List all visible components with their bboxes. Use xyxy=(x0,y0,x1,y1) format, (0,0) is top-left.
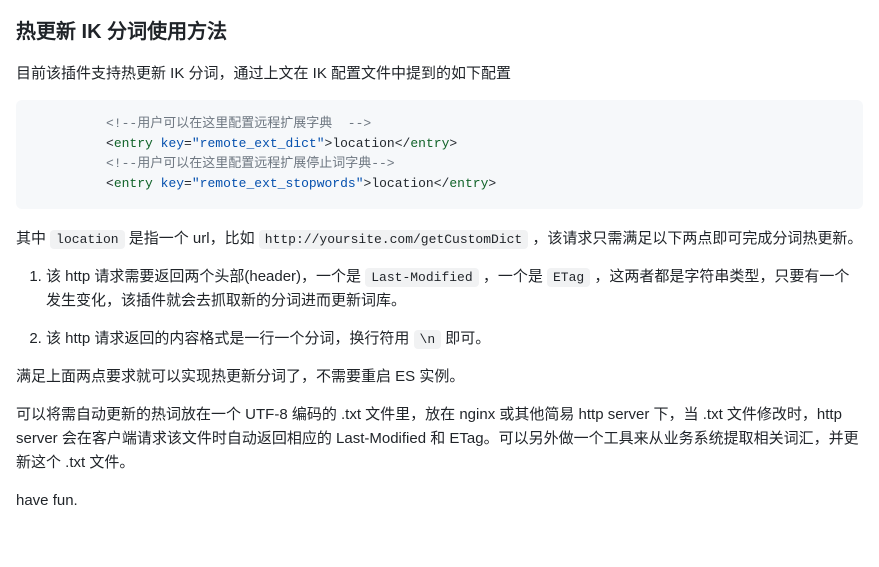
code-punc: </ xyxy=(434,176,450,191)
last-modified-code: Last-Modified xyxy=(365,268,478,287)
code-attr: key xyxy=(161,176,184,191)
code-text: location xyxy=(332,136,394,151)
code-punc: = xyxy=(184,136,192,151)
summary-paragraph: 满足上面两点要求就可以实现热更新分词了，不需要重启 ES 实例。 xyxy=(16,365,863,389)
code-quote: " xyxy=(356,176,364,191)
url-code: http://yoursite.com/getCustomDict xyxy=(259,230,528,249)
code-punc: </ xyxy=(395,136,411,151)
code-quote: " xyxy=(192,176,200,191)
code-text: location xyxy=(371,176,433,191)
code-attr-val: remote_ext_dict xyxy=(200,136,317,151)
text-span: ，该请求只需满足以下两点即可完成分词热更新。 xyxy=(528,230,862,247)
location-code: location xyxy=(50,230,124,249)
code-comment: <!--用户可以在这里配置远程扩展停止词字典--> xyxy=(106,156,395,171)
intro-paragraph: 目前该插件支持热更新 IK 分词，通过上文在 IK 配置文件中提到的如下配置 xyxy=(16,62,863,86)
code-punc: < xyxy=(106,136,114,151)
code-attr-val: remote_ext_stopwords xyxy=(200,176,356,191)
code-tag: entry xyxy=(114,176,153,191)
code-attr: key xyxy=(161,136,184,151)
text-span: 是指一个 url，比如 xyxy=(125,230,259,247)
text-span: 该 http 请求需要返回两个头部(header)，一个是 xyxy=(46,268,365,285)
list-item: 该 http 请求需要返回两个头部(header)，一个是 Last-Modif… xyxy=(46,265,863,313)
code-quote: " xyxy=(192,136,200,151)
code-tag: entry xyxy=(410,136,449,151)
newline-code: \n xyxy=(414,330,442,349)
code-tag: entry xyxy=(449,176,488,191)
code-quote: " xyxy=(317,136,325,151)
instructions-paragraph: 可以将需自动更新的热词放在一个 UTF-8 编码的 .txt 文件里，放在 ng… xyxy=(16,403,863,475)
text-span: ，一个是 xyxy=(479,268,547,285)
config-code-block: <!--用户可以在这里配置远程扩展字典 --> <entry key="remo… xyxy=(16,100,863,209)
code-punc: > xyxy=(449,136,457,151)
code-punc: = xyxy=(184,176,192,191)
code-punc: > xyxy=(488,176,496,191)
code-punc: < xyxy=(106,176,114,191)
etag-code: ETag xyxy=(547,268,590,287)
text-span: 该 http 请求返回的内容格式是一行一个分词，换行符用 xyxy=(46,330,414,347)
closing-paragraph: have fun. xyxy=(16,489,863,513)
requirements-list: 该 http 请求需要返回两个头部(header)，一个是 Last-Modif… xyxy=(16,265,863,351)
list-item: 该 http 请求返回的内容格式是一行一个分词，换行符用 \n 即可。 xyxy=(46,327,863,351)
text-span: 其中 xyxy=(16,230,50,247)
code-comment: <!--用户可以在这里配置远程扩展字典 --> xyxy=(106,116,371,131)
location-paragraph: 其中 location 是指一个 url，比如 http://yoursite.… xyxy=(16,227,863,251)
code-tag: entry xyxy=(114,136,153,151)
text-span: 即可。 xyxy=(441,330,490,347)
page-title: 热更新 IK 分词使用方法 xyxy=(16,16,863,48)
